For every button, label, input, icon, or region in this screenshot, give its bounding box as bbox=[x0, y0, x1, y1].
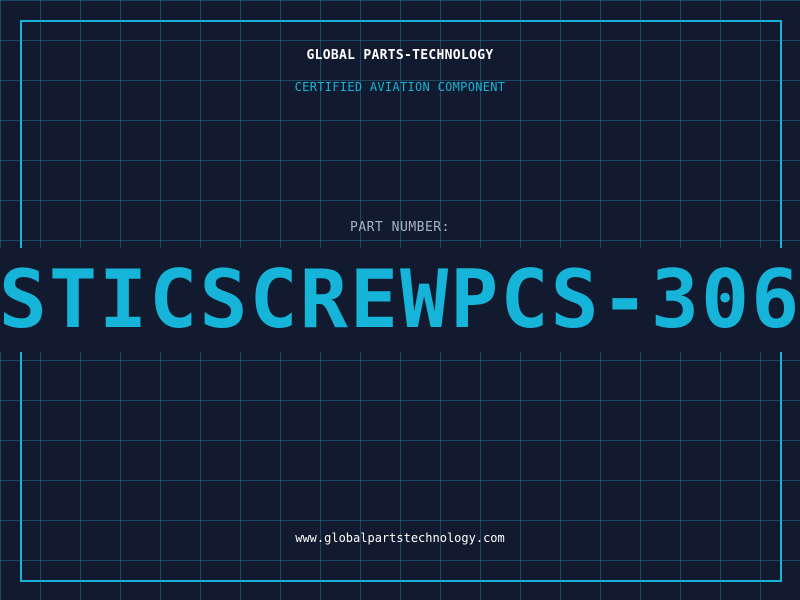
certification-text: CERTIFIED AVIATION COMPONENT bbox=[294, 80, 506, 94]
part-number-band: ASTICSCREWPCS-306A bbox=[0, 248, 800, 352]
part-number-value: ASTICSCREWPCS-306A bbox=[0, 253, 800, 346]
website-url: www.globalpartstechnology.com bbox=[295, 531, 505, 545]
company-name: GLOBAL PARTS-TECHNOLOGY bbox=[306, 48, 494, 63]
part-label-canvas: GLOBAL PARTS-TECHNOLOGY CERTIFIED AVIATI… bbox=[0, 0, 800, 600]
part-number-label: PART NUMBER: bbox=[350, 220, 450, 235]
